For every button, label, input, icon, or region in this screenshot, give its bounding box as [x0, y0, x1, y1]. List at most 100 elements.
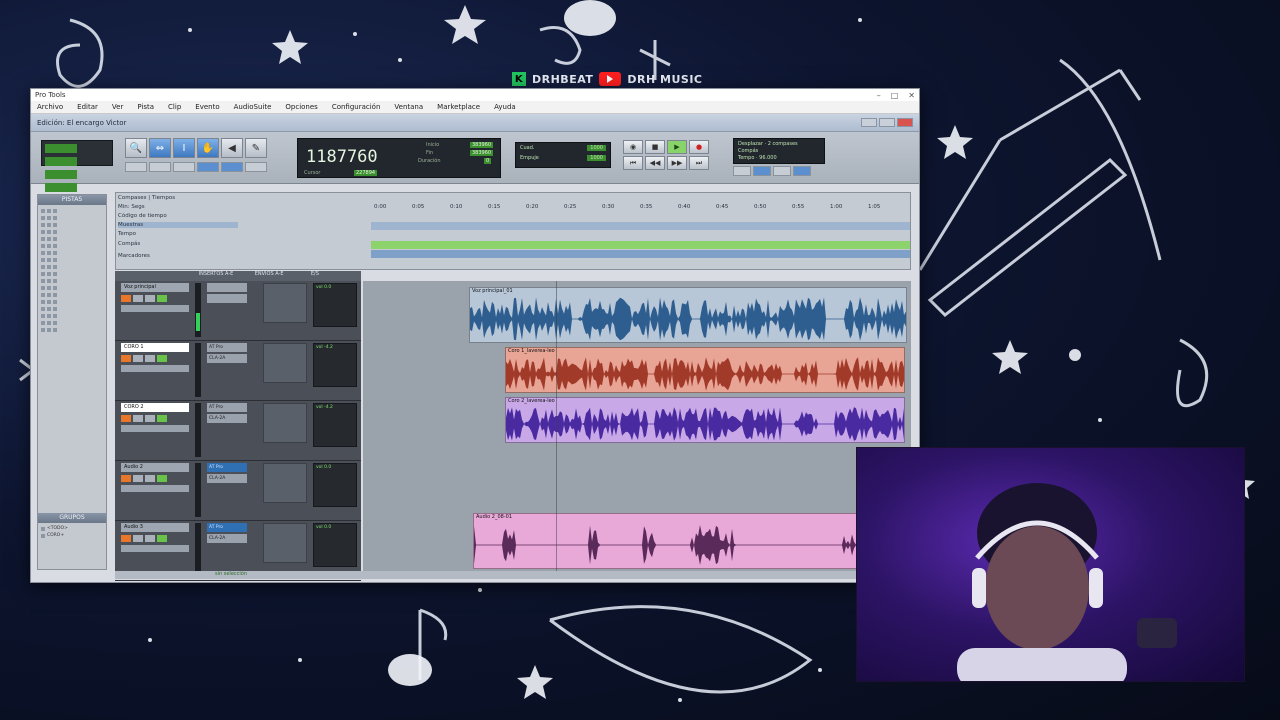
track-list[interactable] — [38, 205, 106, 335]
track-list-item[interactable] — [41, 298, 103, 305]
menu-pista[interactable]: Pista — [137, 103, 154, 111]
menu-editar[interactable]: Editar — [77, 103, 98, 111]
metronome-button[interactable] — [753, 166, 771, 176]
input-monitor-button[interactable] — [133, 475, 143, 482]
solo-button[interactable] — [145, 295, 155, 302]
menu-ventana[interactable]: Ventana — [394, 103, 423, 111]
track-header[interactable]: CORO 2 AT Pro CLA-2A vol -4.2 — [115, 401, 361, 461]
record-arm-button[interactable] — [121, 475, 131, 482]
volume-display[interactable]: vol -4.2 — [313, 343, 357, 387]
record-arm-button[interactable] — [121, 415, 131, 422]
track-list-item[interactable] — [41, 207, 103, 214]
input-monitor-button[interactable] — [133, 355, 143, 362]
edit-maximize-button[interactable] — [879, 118, 895, 127]
volume-display[interactable]: vol -4.2 — [313, 403, 357, 447]
track-view-selector[interactable] — [121, 305, 189, 312]
tempo-value[interactable]: 96.000 — [759, 155, 777, 161]
track-list-item[interactable] — [41, 277, 103, 284]
track-list-item[interactable] — [41, 263, 103, 270]
solo-button[interactable] — [145, 415, 155, 422]
trim-tool-icon[interactable]: ⇔ — [149, 138, 171, 158]
menu-marketplace[interactable]: Marketplace — [437, 103, 480, 111]
insert-slot[interactable]: CLA-2A — [207, 354, 247, 363]
track-list-item[interactable] — [41, 256, 103, 263]
input-monitor-button[interactable] — [133, 295, 143, 302]
input-monitor-button[interactable] — [133, 415, 143, 422]
main-counter[interactable]: 1187760 Inicio Fin Duración 383960 38396… — [297, 138, 501, 178]
record-arm-button[interactable] — [121, 355, 131, 362]
track-list-item[interactable] — [41, 249, 103, 256]
shuffle-mode-button[interactable] — [45, 144, 77, 153]
fin-value[interactable]: 383960 — [470, 150, 494, 156]
track-list-item[interactable] — [41, 312, 103, 319]
solo-button[interactable] — [145, 535, 155, 542]
countoff-button[interactable] — [773, 166, 791, 176]
duracion-value[interactable]: 0 — [484, 158, 492, 164]
forward-button[interactable]: ▶▶ — [667, 156, 687, 170]
nudge-value[interactable]: 1000 — [587, 155, 606, 161]
track-name[interactable]: Audio 2 — [121, 463, 189, 472]
menu-ver[interactable]: Ver — [112, 103, 123, 111]
track-list-item[interactable] — [41, 305, 103, 312]
menu-audiosuite[interactable]: AudioSuite — [234, 103, 272, 111]
group-item[interactable]: <TODO> — [41, 525, 103, 532]
edit-minimize-button[interactable] — [861, 118, 877, 127]
tempo-ruler[interactable] — [371, 250, 910, 258]
track-name[interactable]: Audio 3 — [121, 523, 189, 532]
slip-mode-button[interactable] — [45, 170, 77, 179]
volume-display[interactable]: vol 0.0 — [313, 523, 357, 567]
track-view-selector[interactable] — [121, 485, 189, 492]
send-slots[interactable] — [263, 403, 307, 443]
play-button[interactable]: ▶ — [667, 140, 687, 154]
track-name[interactable]: Voz principal — [121, 283, 189, 292]
maximize-icon[interactable]: □ — [891, 91, 899, 100]
samples-ruler[interactable] — [371, 222, 910, 230]
scrubber-tool-icon[interactable]: ◀ — [221, 138, 243, 158]
pencil-tool-icon[interactable]: ✎ — [245, 138, 267, 158]
track-header[interactable]: Audio 2 AT Pro CLA-2A vol 0.0 — [115, 461, 361, 521]
solo-button[interactable] — [145, 355, 155, 362]
insert-slot[interactable] — [207, 294, 247, 303]
insert-slot[interactable]: AT Pro — [207, 343, 247, 352]
back-button[interactable]: ◀◀ — [645, 156, 665, 170]
volume-display[interactable]: vol 0.0 — [313, 463, 357, 507]
send-slots[interactable] — [263, 523, 307, 563]
zoom-preset-1[interactable] — [125, 162, 147, 172]
volume-display[interactable]: vol 0.0 — [313, 283, 357, 327]
track-list-item[interactable] — [41, 319, 103, 326]
menu-archivo[interactable]: Archivo — [37, 103, 63, 111]
send-slots[interactable] — [263, 343, 307, 383]
insert-slot[interactable]: AT Pro — [207, 463, 247, 472]
record-arm-button[interactable] — [121, 295, 131, 302]
grabber-tool-icon[interactable]: ✋ — [197, 138, 219, 158]
edit-mode-selector[interactable] — [41, 140, 113, 192]
zoom-preset-5[interactable] — [221, 162, 243, 172]
grid-value[interactable]: 1000 — [587, 145, 606, 151]
track-list-item[interactable] — [41, 270, 103, 277]
track-view-selector[interactable] — [121, 545, 189, 552]
track-list-item[interactable] — [41, 242, 103, 249]
stop-button[interactable]: ■ — [645, 140, 665, 154]
selector-tool-icon[interactable]: I — [173, 138, 195, 158]
track-list-item[interactable] — [41, 235, 103, 242]
track-list-item[interactable] — [41, 326, 103, 333]
zoom-preset-4[interactable] — [197, 162, 219, 172]
track-name[interactable]: CORO 2 — [121, 403, 189, 412]
zoom-preset-6[interactable] — [245, 162, 267, 172]
audio2-clip[interactable]: Audio 2_08-01 — [473, 513, 907, 569]
track-name[interactable]: CORO 1 — [121, 343, 189, 352]
insert-slot[interactable]: CLA-2A — [207, 534, 247, 543]
insert-slot[interactable]: CLA-2A — [207, 474, 247, 483]
track-header[interactable]: Voz principal vol 0.0 — [115, 281, 361, 341]
wait-note-button[interactable] — [733, 166, 751, 176]
solo-button[interactable] — [145, 475, 155, 482]
zoom-preset-3[interactable] — [173, 162, 195, 172]
menu-clip[interactable]: Clip — [168, 103, 181, 111]
insert-slot[interactable] — [207, 283, 247, 292]
mute-button[interactable] — [157, 295, 167, 302]
coro1-clip[interactable]: Coro 1_laverea-leo — [505, 347, 905, 393]
track-list-item[interactable] — [41, 284, 103, 291]
minimize-icon[interactable]: – — [877, 91, 881, 100]
edit-timeline[interactable]: Voz principal_01 Coro 1_laverea-leo Coro… — [363, 281, 911, 571]
spot-mode-button[interactable] — [45, 157, 77, 166]
